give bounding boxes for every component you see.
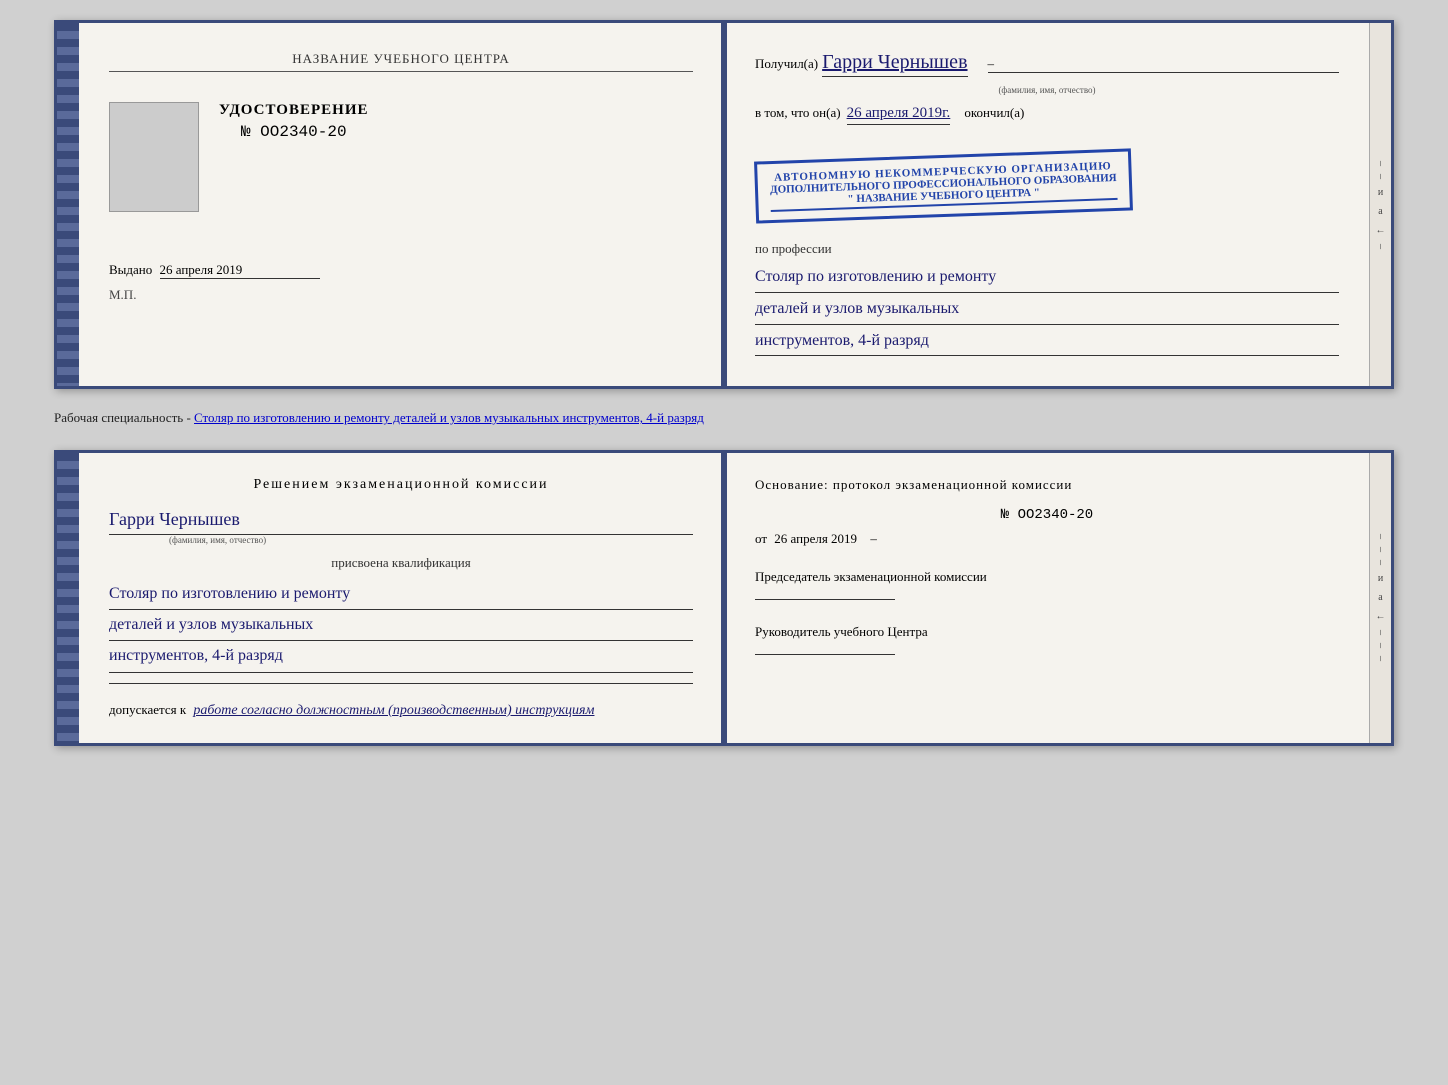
director-section: Руководитель учебного Центра [755, 622, 1339, 661]
date-value-top: 26 апреля 2019г. [847, 105, 951, 125]
top-certificate: НАЗВАНИЕ УЧЕБНОГО ЦЕНТРА УДОСТОВЕРЕНИЕ №… [54, 20, 1394, 389]
bottom-right-side-strip: – – – и а ← – – – [1369, 453, 1391, 743]
bottom-side-а: а [1378, 592, 1382, 603]
profession-label: по профессии [755, 241, 1339, 257]
bottom-certificate: Решением экзаменационной комиссии Гарри … [54, 450, 1394, 746]
section-caption: Рабочая специальность - Столяр по изгото… [54, 405, 1394, 433]
issued-label: Выдано [109, 262, 152, 277]
chairman-section: Председатель экзаменационной комиссии [755, 567, 1339, 606]
director-title: Руководитель учебного Центра [755, 622, 1339, 642]
cert-number: № OO2340-20 [219, 123, 369, 141]
profession-line2: деталей и узлов музыкальных [755, 295, 1339, 325]
photo-placeholder [109, 102, 199, 212]
side-label-dash3: – [1375, 244, 1386, 249]
finished-label: окончил(а) [964, 105, 1024, 121]
side-label-а: а [1378, 206, 1382, 217]
допуск-prefix: допускается к [109, 702, 186, 717]
profession-text: Столяр по изготовлению и ремонту деталей… [755, 263, 1339, 356]
qual-line3: инструментов, 4-й разряд [109, 641, 693, 672]
cert-right-panel: Получил(а) Гарри Чернышев – (фамилия, им… [725, 23, 1369, 386]
person-name-bottom: Гарри Чернышев [109, 509, 693, 535]
caption-prefix: Рабочая специальность - [54, 410, 194, 425]
chairman-title: Председатель экзаменационной комиссии [755, 567, 1339, 587]
side-label-и: и [1378, 187, 1383, 198]
bottom-right-panel: Основание: протокол экзаменационной коми… [725, 453, 1369, 743]
bottom-side-dash6: – [1375, 656, 1386, 661]
cert-title-area: НАЗВАНИЕ УЧЕБНОГО ЦЕНТРА [109, 51, 693, 72]
bottom-side-dash1: – [1375, 534, 1386, 539]
profession-line3: инструментов, 4-й разряд [755, 327, 1339, 357]
person-name-top: Гарри Чернышев [822, 51, 967, 77]
mp-label: М.П. [109, 287, 693, 303]
basis-title: Основание: протокол экзаменационной коми… [755, 477, 1339, 493]
date-from-value: 26 апреля 2019 [774, 531, 857, 546]
qual-line2: деталей и узлов музыкальных [109, 610, 693, 641]
org-name-label: НАЗВАНИЕ УЧЕБНОГО ЦЕНТРА [109, 51, 693, 72]
bottom-side-dash3: – [1375, 560, 1386, 565]
stamp-box: АВТОНОМНУЮ НЕКОММЕРЧЕСКУЮ ОРГАНИЗАЦИЮ ДО… [754, 148, 1133, 223]
profession-line1: Столяр по изготовлению и ремонту [755, 263, 1339, 293]
received-prefix: Получил(а) [755, 56, 818, 72]
decision-title: Решением экзаменационной комиссии [109, 477, 693, 493]
side-label-dash2: – [1375, 174, 1386, 179]
date-line: в том, что он(а) 26 апреля 2019г. окончи… [755, 105, 1339, 125]
received-line: Получил(а) Гарри Чернышев – [755, 51, 1339, 77]
cert-left-panel: НАЗВАНИЕ УЧЕБНОГО ЦЕНТРА УДОСТОВЕРЕНИЕ №… [79, 23, 725, 386]
right-side-strip: – – и а ← – [1369, 23, 1391, 386]
director-signature-line [755, 654, 895, 655]
caption-specialty: Столяр по изготовлению и ремонту деталей… [194, 410, 704, 425]
допуск-section: допускается к работе согласно должностны… [109, 702, 693, 719]
name-sublabel-bottom: (фамилия, имя, отчество) [169, 535, 693, 545]
side-label-dash1: – [1375, 161, 1386, 166]
name-sublabel-top: (фамилия, имя, отчество) [755, 85, 1339, 95]
date-dash: – [870, 531, 877, 546]
date-from-prefix: от [755, 531, 767, 546]
date-prefix: в том, что он(а) [755, 105, 841, 121]
side-label-arrow: ← [1376, 225, 1386, 236]
cert-issued-section: Выдано 26 апреля 2019 [109, 252, 693, 279]
left-spine-decoration [57, 23, 79, 386]
bottom-side-dash5: – [1375, 643, 1386, 648]
допуск-text: работе согласно должностным (производств… [193, 703, 594, 718]
bottom-side-dash4: – [1375, 630, 1386, 635]
bottom-side-dash2: – [1375, 547, 1386, 552]
assigned-label: присвоена квалификация [109, 555, 693, 571]
qualification-text: Столяр по изготовлению и ремонту деталей… [109, 579, 693, 673]
cert-details: УДОСТОВЕРЕНИЕ № OO2340-20 [219, 102, 369, 161]
bottom-side-arrow: ← [1376, 611, 1386, 622]
cert-type-label: УДОСТОВЕРЕНИЕ [219, 102, 369, 119]
protocol-number: № OO2340-20 [755, 507, 1339, 523]
issued-date: 26 апреля 2019 [160, 262, 320, 279]
chairman-signature-line [755, 599, 895, 600]
person-name-area: Гарри Чернышев (фамилия, имя, отчество) [109, 509, 693, 545]
date-from-section: от 26 апреля 2019 – [755, 531, 1339, 547]
bottom-left-panel: Решением экзаменационной комиссии Гарри … [79, 453, 725, 743]
bottom-left-spine [57, 453, 79, 743]
qual-line1: Столяр по изготовлению и ремонту [109, 579, 693, 610]
bottom-side-и: и [1378, 573, 1383, 584]
